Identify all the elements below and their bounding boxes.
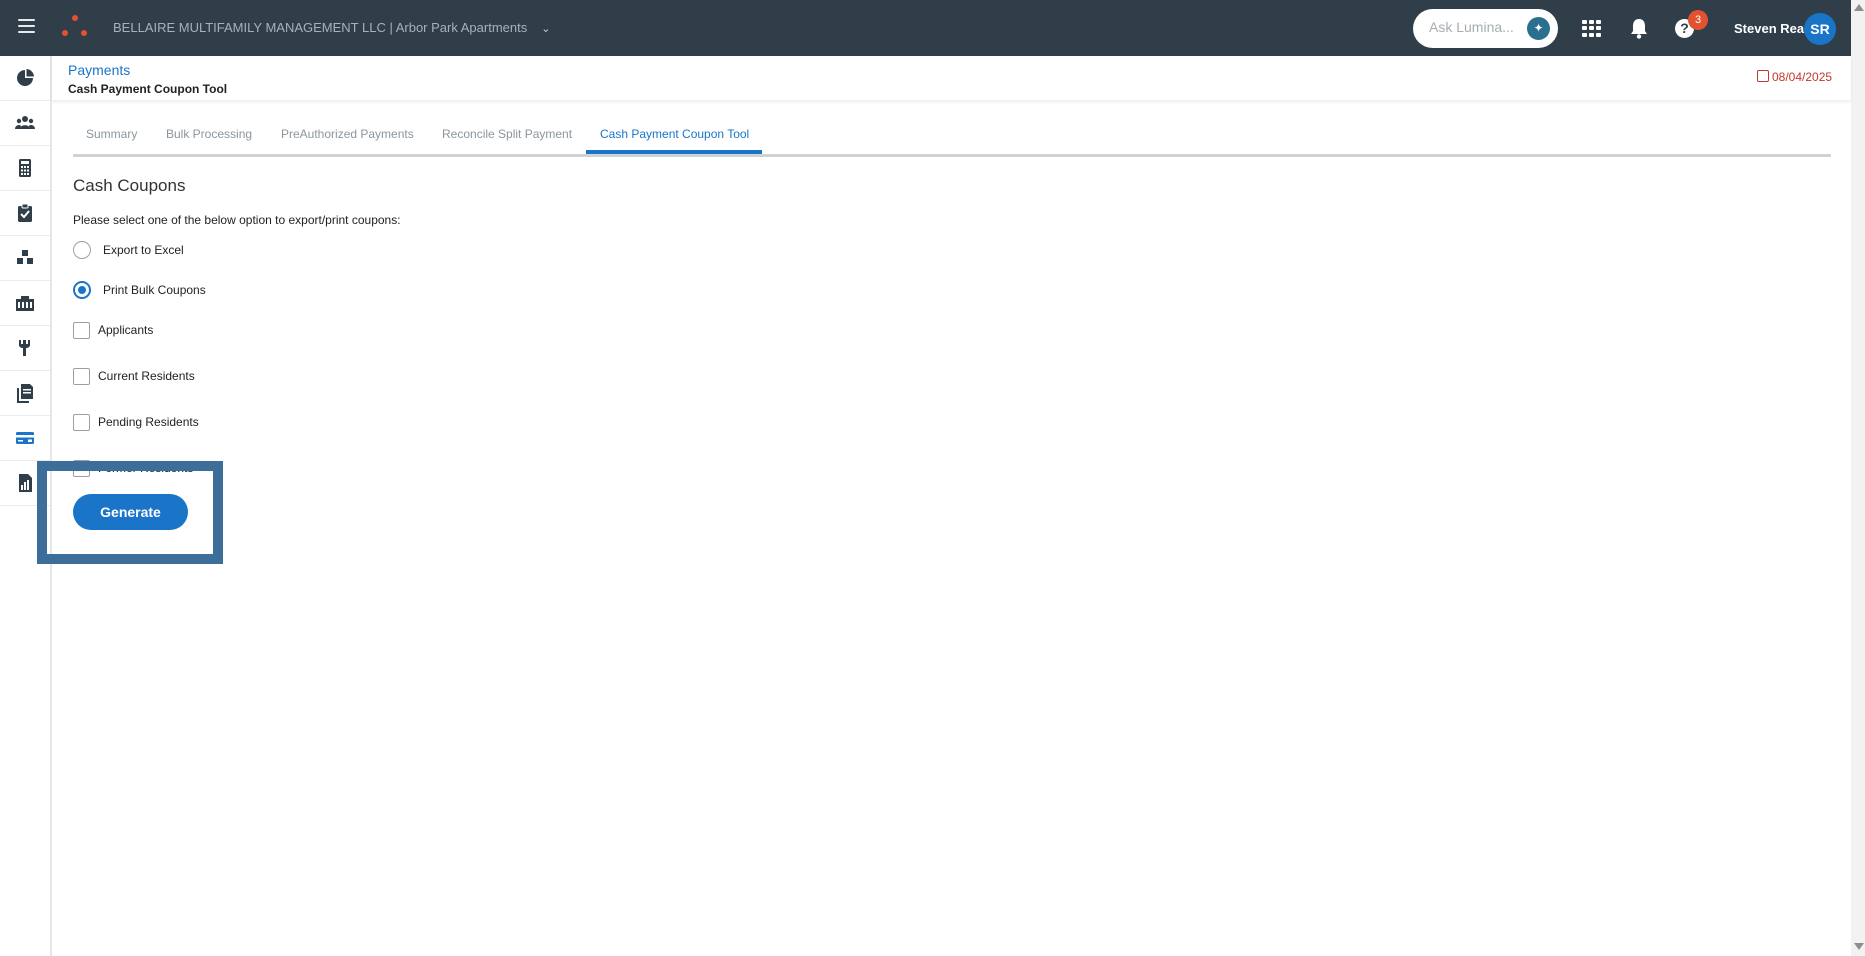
top-bar: BELLAIRE MULTIFAMILY MANAGEMENT LLC | Ar…: [0, 0, 1851, 56]
app-logo[interactable]: [60, 14, 90, 40]
page-scrollbar[interactable]: [1851, 0, 1865, 956]
sidebar-item-inventory[interactable]: [0, 236, 50, 281]
chevron-down-icon: ⌄: [541, 23, 551, 35]
current-date-value: 08/04/2025: [1772, 70, 1833, 84]
ask-lumina-box[interactable]: ✦: [1413, 9, 1558, 48]
sparkle-icon[interactable]: ✦: [1527, 17, 1550, 40]
calendar-icon: [1757, 70, 1769, 82]
page-title: Cash Payment Coupon Tool: [68, 82, 228, 96]
sidebar-item-payments[interactable]: [0, 416, 50, 461]
active-tab-indicator: [586, 150, 762, 154]
boxes-icon: [17, 250, 33, 264]
radio-print-bulk-coupons[interactable]: Print Bulk Coupons: [73, 280, 206, 300]
section-title: Cash Coupons: [73, 176, 186, 195]
dashboard-icon: [17, 69, 34, 86]
scroll-up-arrow-icon[interactable]: [1854, 4, 1864, 11]
documents-icon: [17, 384, 33, 403]
property-selector-label: BELLAIRE MULTIFAMILY MANAGEMENT LLC | Ar…: [113, 20, 528, 35]
tab-bar: Summary Bulk Processing PreAuthorized Pa…: [73, 117, 1831, 157]
radio-label: Export to Excel: [103, 243, 184, 257]
notification-badge: 3: [1688, 10, 1708, 30]
tab-summary[interactable]: Summary: [86, 127, 137, 141]
report-icon: [19, 474, 32, 492]
checkbox-applicants[interactable]: Applicants: [73, 320, 153, 340]
bell-icon[interactable]: [1629, 17, 1649, 39]
payment-card-icon: [16, 432, 34, 444]
apps-grid-icon[interactable]: [1582, 20, 1601, 37]
checkbox-label: Pending Residents: [98, 415, 199, 429]
tab-reconcile-split-payment[interactable]: Reconcile Split Payment: [442, 127, 572, 141]
sidebar-item-tasks[interactable]: [0, 191, 50, 236]
instruction-text: Please select one of the below option to…: [73, 213, 401, 227]
people-icon: [15, 116, 35, 129]
checkbox[interactable]: [73, 321, 90, 339]
sidebar-item-residents[interactable]: [0, 101, 50, 146]
sidebar-item-accounting[interactable]: [0, 146, 50, 191]
checkbox-label: Applicants: [98, 323, 154, 337]
tab-preauthorized-payments[interactable]: PreAuthorized Payments: [281, 127, 414, 141]
tab-bulk-processing[interactable]: Bulk Processing: [166, 127, 252, 141]
tab-cash-payment-coupon-tool[interactable]: Cash Payment Coupon Tool: [600, 127, 749, 141]
sidebar-item-maintenance[interactable]: [0, 326, 50, 371]
sidebar-item-documents[interactable]: [0, 371, 50, 416]
menu-icon[interactable]: [18, 19, 35, 35]
radio-button[interactable]: [73, 241, 91, 259]
calculator-icon: [19, 159, 31, 177]
sidebar-item-properties[interactable]: [0, 281, 50, 326]
ask-lumina-input[interactable]: [1429, 19, 1525, 35]
checkbox-current-residents[interactable]: Current Residents: [73, 366, 195, 386]
building-icon: [16, 296, 34, 311]
page-header: [52, 56, 1851, 100]
user-name[interactable]: Steven Rea: [1734, 21, 1804, 36]
scroll-down-arrow-icon[interactable]: [1854, 943, 1864, 950]
clipboard-check-icon: [18, 203, 32, 222]
sidebar-item-dashboard[interactable]: [0, 56, 50, 101]
tools-icon: [19, 340, 30, 356]
current-date[interactable]: 08/04/2025: [1757, 70, 1832, 84]
checkbox[interactable]: [73, 413, 90, 431]
avatar[interactable]: SR: [1804, 13, 1836, 45]
radio-label: Print Bulk Coupons: [103, 283, 206, 297]
checkbox-label: Current Residents: [98, 369, 195, 383]
checkbox-pending-residents[interactable]: Pending Residents: [73, 412, 199, 432]
breadcrumb-payments[interactable]: Payments: [68, 62, 130, 78]
property-selector[interactable]: BELLAIRE MULTIFAMILY MANAGEMENT LLC | Ar…: [113, 20, 550, 35]
checkbox[interactable]: [73, 367, 90, 385]
radio-button[interactable]: [73, 281, 91, 299]
generate-button[interactable]: Generate: [73, 494, 188, 530]
radio-export-to-excel[interactable]: Export to Excel: [73, 240, 184, 260]
